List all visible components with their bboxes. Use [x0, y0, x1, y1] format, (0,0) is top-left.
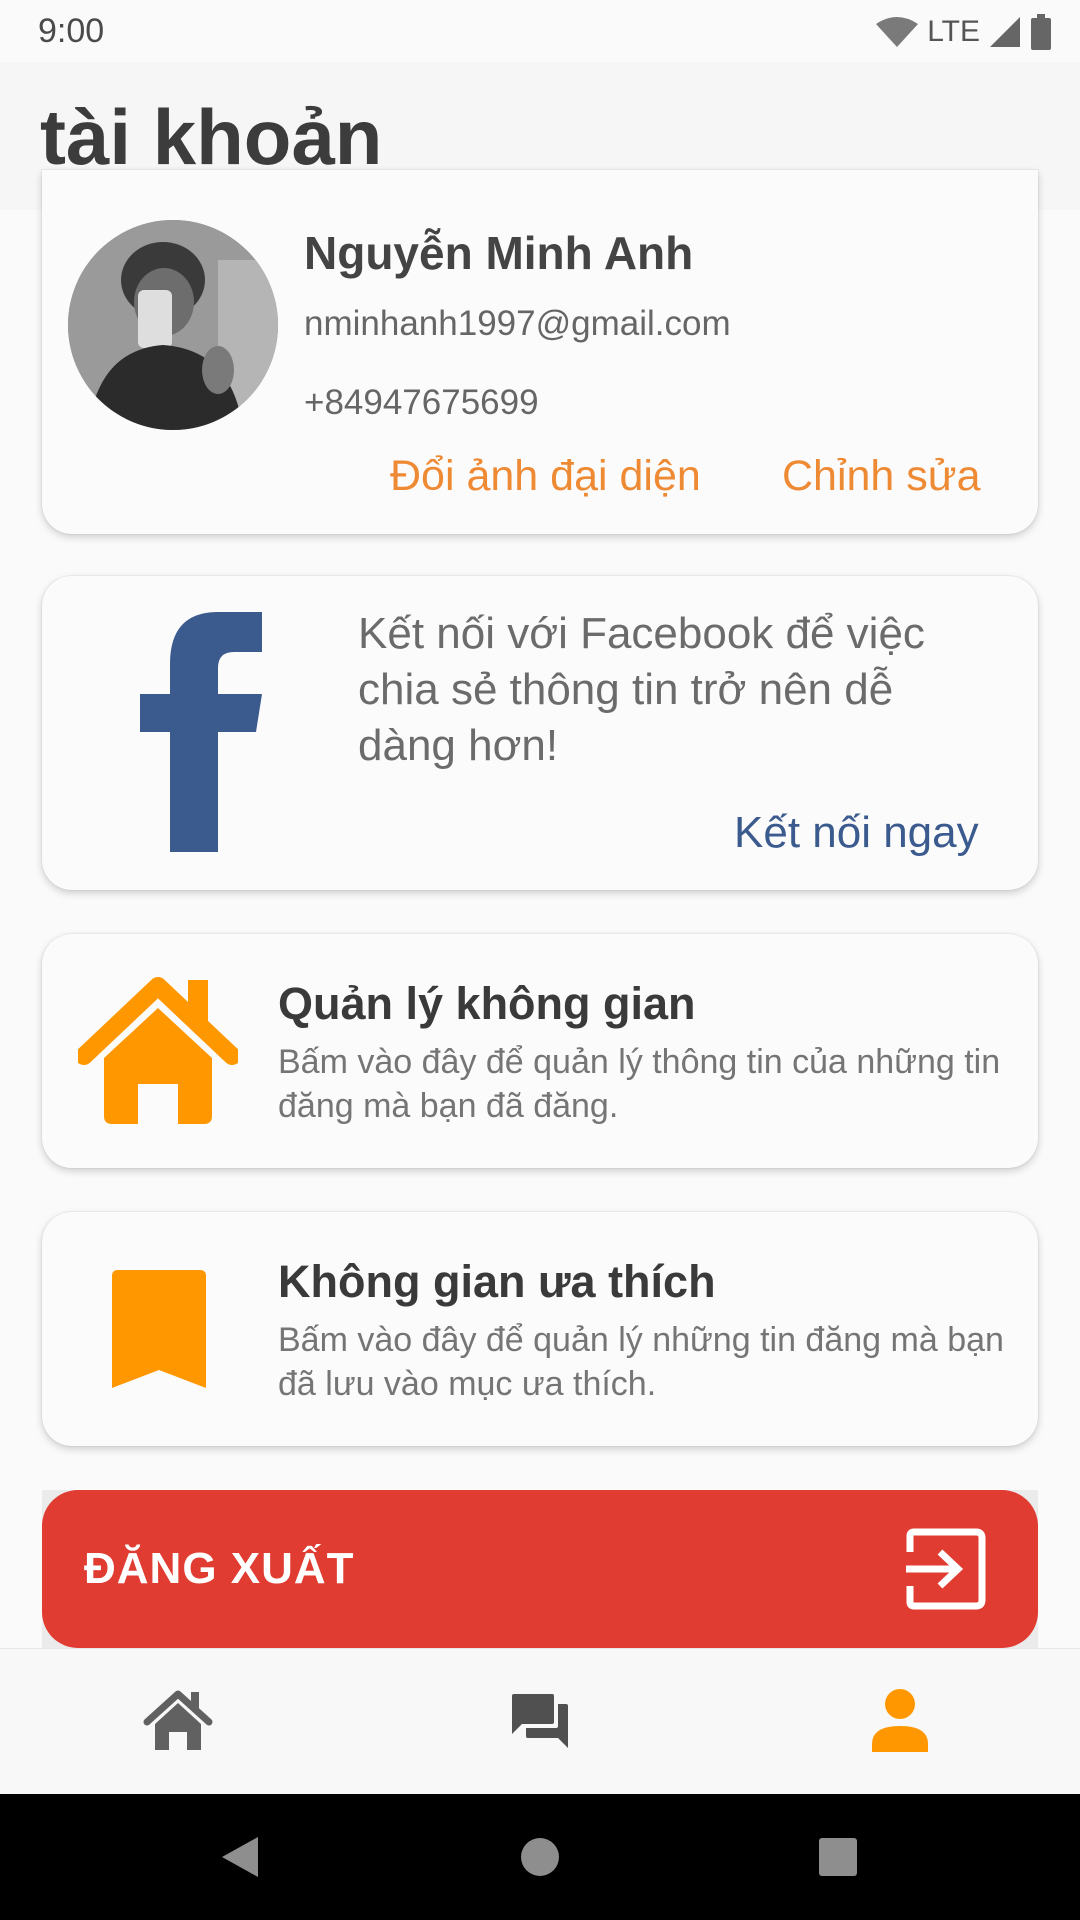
network-type: LTE [927, 15, 980, 48]
profile-phone: +84947675699 [304, 383, 539, 422]
battery-icon [1031, 14, 1051, 50]
avatar-photo [68, 220, 278, 430]
chat-icon [512, 1694, 568, 1748]
status-icons: LTE [875, 12, 1052, 52]
recents-icon [819, 1838, 857, 1876]
home-icon [143, 1690, 213, 1750]
logout-label: ĐĂNG XUẤT [84, 1544, 355, 1593]
menu-description: Bấm vào đây để quản lý thông tin của nhữ… [278, 1043, 1001, 1125]
home-circle-icon [521, 1838, 559, 1876]
menu-title: Không gian ưa thích [278, 1256, 716, 1307]
account-icon [872, 1689, 928, 1752]
change-avatar-button[interactable]: Đổi ảnh đại diện [390, 452, 701, 501]
house-icon [78, 977, 238, 1124]
profile-name: Nguyễn Minh Anh [304, 227, 694, 279]
avatar[interactable] [68, 220, 278, 430]
bookmark-icon [112, 1270, 206, 1388]
logout-icon [906, 1528, 986, 1610]
status-time: 9:00 [38, 12, 105, 50]
home-button[interactable] [490, 1794, 590, 1920]
nav-account[interactable] [840, 1648, 960, 1794]
nav-chat[interactable] [480, 1648, 600, 1794]
facebook-connect-button[interactable]: Kết nối ngay [734, 808, 979, 858]
menu-title: Quản lý không gian [278, 978, 696, 1029]
nav-home[interactable] [118, 1648, 238, 1794]
edit-profile-button[interactable]: Chỉnh sửa [782, 452, 981, 501]
profile-email: nminhanh1997@gmail.com [304, 304, 731, 343]
menu-description: Bấm vào đây để quản lý những tin đăng mà… [278, 1321, 1004, 1403]
logout-button[interactable]: ĐĂNG XUẤT [42, 1490, 1038, 1648]
wifi-icon [876, 17, 919, 47]
back-button[interactable] [190, 1794, 290, 1920]
recents-button[interactable] [788, 1794, 888, 1920]
facebook-message: Kết nối với Facebook để việc chia sẻ thô… [358, 609, 925, 770]
signal-icon [990, 17, 1020, 47]
facebook-icon [140, 612, 262, 852]
back-icon [222, 1837, 258, 1877]
